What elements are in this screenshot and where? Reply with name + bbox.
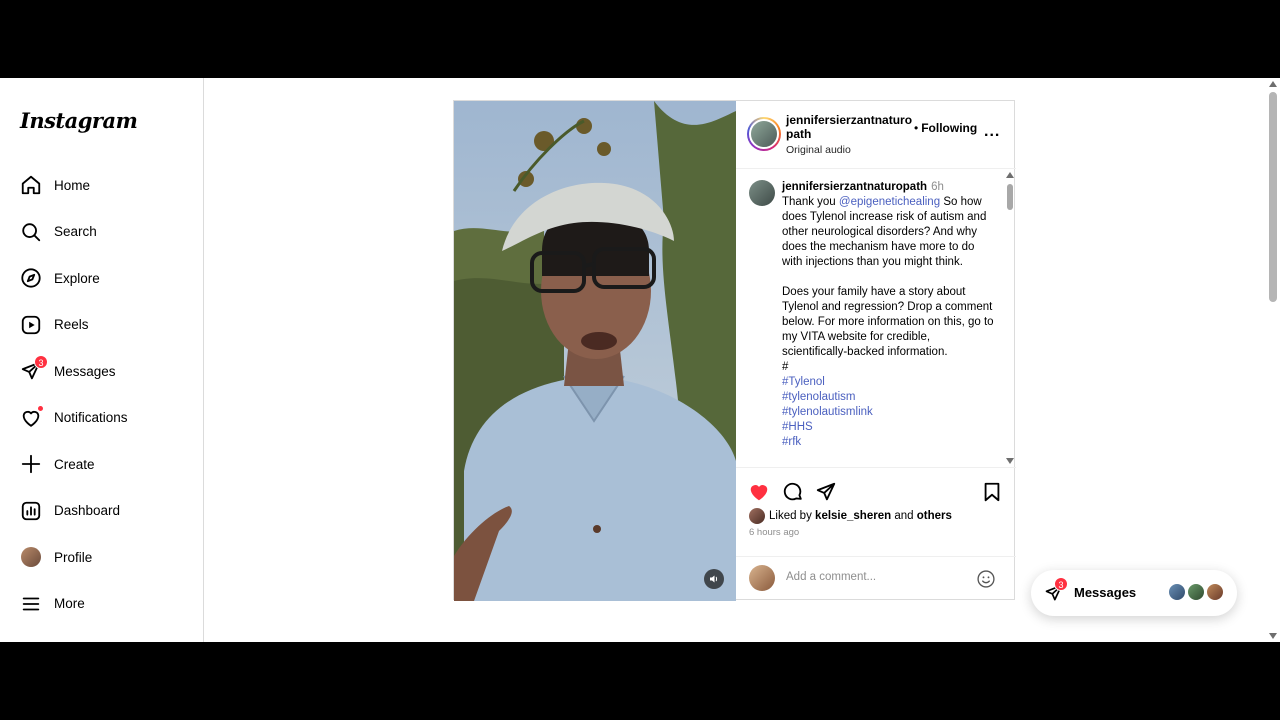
letterbox-top: [0, 0, 1280, 78]
caption-scroll-thumb[interactable]: [1007, 184, 1013, 210]
sidebar-item-reels[interactable]: Reels: [8, 302, 196, 349]
caption-text: jennifersierzantnaturopath 6h Thank you @…: [782, 180, 994, 450]
scroll-down-arrow[interactable]: [1006, 458, 1014, 464]
messages-badge: 3: [1054, 577, 1068, 591]
sidebar-item-label: More: [54, 596, 85, 612]
hashtag-link[interactable]: #tylenolautism: [782, 390, 994, 405]
caption-hash: #: [782, 361, 789, 373]
conversation-avatar: [1167, 582, 1187, 602]
comment-input[interactable]: [786, 571, 966, 583]
post-modal: jennifersierzantnaturopath Original audi…: [453, 100, 1016, 601]
sidebar-item-messages[interactable]: 3 Messages: [8, 348, 196, 395]
sidebar-item-dashboard[interactable]: Dashboard: [8, 488, 196, 535]
liked-prefix: Liked by: [769, 510, 812, 522]
liker-avatar: [749, 508, 765, 524]
home-icon: [20, 174, 42, 196]
liked-by: Liked by kelsie_sheren and others: [749, 508, 952, 524]
messenger-icon: 3: [20, 355, 48, 382]
page-scrollbar[interactable]: [1266, 78, 1280, 642]
sidebar-item-search[interactable]: Search: [8, 209, 196, 256]
sidebar-item-label: Profile: [54, 549, 93, 565]
sidebar: Instagram Home Search Explore Reels 3 Me…: [0, 78, 204, 642]
page-scroll-thumb[interactable]: [1269, 92, 1277, 302]
sidebar-item-home[interactable]: Home: [8, 162, 196, 209]
sidebar-item-label: Search: [54, 224, 97, 240]
sidebar-nav: Home Search Explore Reels 3 Messages Not…: [8, 162, 196, 627]
messages-floating-button[interactable]: 3 Messages: [1031, 570, 1237, 616]
scroll-up-arrow[interactable]: [1006, 172, 1014, 178]
caption-area: jennifersierzantnaturopath 6h Thank you @…: [736, 170, 1016, 466]
post-details-panel: jennifersierzantnaturopath Original audi…: [736, 101, 1016, 601]
profile-avatar: [21, 547, 41, 568]
sidebar-item-more[interactable]: More: [8, 581, 196, 628]
liker-username[interactable]: kelsie_sheren: [815, 510, 891, 522]
page-scroll-up[interactable]: [1269, 81, 1277, 87]
compass-icon: [20, 267, 42, 289]
story-ring-avatar[interactable]: [747, 117, 781, 151]
bookmark-icon[interactable]: [981, 481, 1003, 503]
video-frame: [454, 101, 736, 601]
hashtag-link[interactable]: #HHS: [782, 420, 994, 435]
caption-time: 6h: [931, 181, 944, 193]
sidebar-item-label: Messages: [54, 363, 116, 379]
author-avatar: [749, 119, 779, 149]
post-header: jennifersierzantnaturopath Original audi…: [736, 101, 1016, 169]
sidebar-item-label: Create: [54, 456, 95, 472]
current-user-avatar: [749, 565, 775, 591]
liked-others-link[interactable]: others: [917, 510, 952, 522]
caption-author-avatar[interactable]: [749, 180, 775, 206]
letterbox-bottom: [0, 642, 1280, 720]
menu-icon: [20, 593, 42, 615]
emoji-icon[interactable]: [976, 569, 996, 589]
sidebar-item-create[interactable]: Create: [8, 441, 196, 488]
sidebar-item-label: Dashboard: [54, 503, 121, 519]
original-audio-link[interactable]: Original audio: [786, 144, 851, 156]
sidebar-item-label: Reels: [54, 317, 89, 333]
heart-icon: [20, 404, 44, 429]
search-icon: [20, 221, 42, 243]
following-button[interactable]: • Following: [914, 121, 977, 135]
audio-toggle-button[interactable]: [704, 569, 724, 589]
messages-badge: 3: [34, 355, 48, 370]
like-heart-icon[interactable]: [748, 481, 770, 503]
dashboard-icon: [20, 500, 42, 522]
plus-icon: [20, 453, 42, 475]
messages-label: Messages: [1074, 585, 1137, 600]
share-icon[interactable]: [815, 481, 837, 503]
author-username[interactable]: jennifersierzantnaturopath: [786, 113, 914, 141]
reel-video[interactable]: [454, 101, 736, 601]
sidebar-item-notifications[interactable]: Notifications: [8, 395, 196, 442]
more-options-icon[interactable]: ...: [984, 123, 1000, 141]
comment-icon[interactable]: [782, 481, 804, 503]
notification-dot: [37, 404, 44, 412]
instagram-logo[interactable]: Instagram: [20, 108, 138, 133]
page-scroll-down[interactable]: [1269, 633, 1277, 639]
post-timestamp: 6 hours ago: [749, 527, 800, 538]
caption-username[interactable]: jennifersierzantnaturopath: [782, 181, 927, 193]
caption-lead: Thank you: [782, 196, 836, 208]
separator-dot: •: [914, 121, 919, 135]
speaker-icon: [710, 575, 718, 583]
sidebar-item-explore[interactable]: Explore: [8, 255, 196, 302]
add-comment-bar: [736, 556, 1016, 602]
sidebar-item-label: Home: [54, 177, 91, 193]
sidebar-item-profile[interactable]: Profile: [8, 534, 196, 581]
mention-link[interactable]: @epigenetichealing: [839, 196, 940, 208]
reels-icon: [20, 314, 42, 336]
hashtag-link[interactable]: #Tylenol: [782, 375, 994, 390]
liked-and: and: [894, 510, 914, 522]
sidebar-item-label: Explore: [54, 270, 100, 286]
conversation-avatar: [1205, 582, 1225, 602]
hashtag-link[interactable]: #rfk: [782, 435, 994, 450]
sidebar-item-label: Notifications: [54, 410, 128, 426]
caption-text-2: Does your family have a story about Tyle…: [782, 286, 994, 358]
following-label: Following: [921, 121, 978, 135]
instagram-page: Instagram Home Search Explore Reels 3 Me…: [0, 78, 1280, 642]
hashtag-link[interactable]: #tylenolautismlink: [782, 405, 994, 420]
caption-scrollbar[interactable]: [1006, 170, 1014, 466]
avatar: [20, 546, 42, 568]
conversation-avatar: [1186, 582, 1206, 602]
post-actions: Liked by kelsie_sheren and others 6 hour…: [736, 467, 1016, 601]
